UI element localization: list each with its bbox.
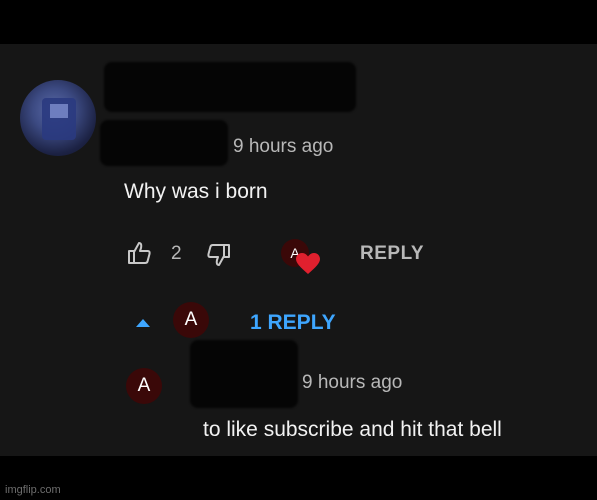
avatar-photo-highlight [50, 104, 68, 118]
heart-icon [295, 252, 321, 276]
caret-up-icon[interactable] [135, 316, 151, 328]
comment-text: Why was i born [124, 180, 268, 203]
commenter-avatar[interactable] [20, 80, 96, 156]
screenshot-frame: 9 hours ago Why was i born 2 A REPLY A 1… [0, 0, 597, 500]
redacted-username-bar [104, 62, 356, 112]
reply-timestamp[interactable]: 9 hours ago [302, 372, 402, 394]
redacted-reply-username [190, 340, 298, 408]
comment-timestamp[interactable]: 9 hours ago [233, 136, 333, 158]
reply-text: to like subscribe and hit that bell [203, 418, 502, 441]
toggle-avatar: A [173, 302, 209, 338]
reply-author-avatar-letter: A [137, 375, 151, 396]
reply-author-avatar[interactable]: A [126, 368, 162, 404]
toggle-avatar-letter: A [184, 309, 198, 330]
watermark: imgflip.com [5, 484, 61, 496]
like-count: 2 [171, 243, 182, 264]
dislike-icon[interactable] [206, 242, 232, 268]
reply-button[interactable]: REPLY [360, 243, 424, 265]
view-replies-link[interactable]: 1 REPLY [250, 311, 336, 335]
redacted-username-bar [100, 120, 228, 166]
like-icon[interactable] [126, 240, 152, 266]
